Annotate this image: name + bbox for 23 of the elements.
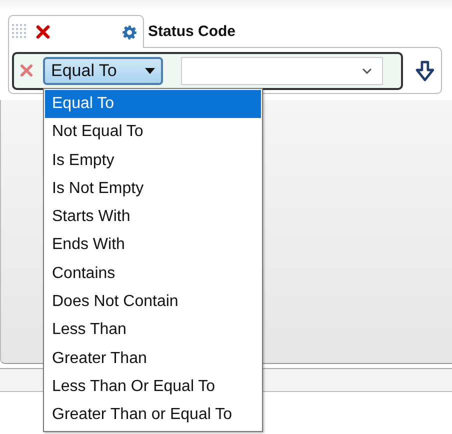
dropdown-option[interactable]: Starts With — [45, 203, 261, 232]
dropdown-option[interactable]: Is Not Empty — [45, 174, 261, 204]
caret-icon — [145, 68, 155, 74]
dropdown-option[interactable]: Less Than — [45, 316, 261, 345]
dropdown-option[interactable]: Ends With — [45, 231, 261, 260]
dropdown-option[interactable]: Less Than Or Equal To — [45, 372, 261, 402]
chevron-icon — [362, 68, 372, 74]
operator-dropdown[interactable]: Equal To — [43, 56, 163, 84]
remove-icon[interactable] — [36, 25, 50, 39]
remove-icon[interactable] — [20, 64, 33, 77]
dropdown-option[interactable]: Greater Than — [45, 344, 261, 373]
filter-tab[interactable] — [8, 15, 144, 48]
dropdown-option[interactable]: Equal To — [45, 90, 261, 118]
drag-handle-icon[interactable] — [12, 24, 26, 40]
dropdown-option[interactable]: Is Empty — [45, 146, 261, 175]
dropdown-option[interactable]: Does Not Contain — [45, 288, 261, 316]
down-arrow-icon[interactable] — [413, 58, 437, 82]
field-label: Status Code — [147, 23, 236, 42]
value-field[interactable] — [181, 56, 384, 84]
dropdown-option[interactable]: Not Equal To — [45, 118, 261, 147]
settings-icon[interactable] — [122, 24, 137, 40]
dropdown-option[interactable]: Greater Than or Equal To — [45, 401, 261, 430]
dropdown-option[interactable]: Contains — [45, 260, 261, 288]
